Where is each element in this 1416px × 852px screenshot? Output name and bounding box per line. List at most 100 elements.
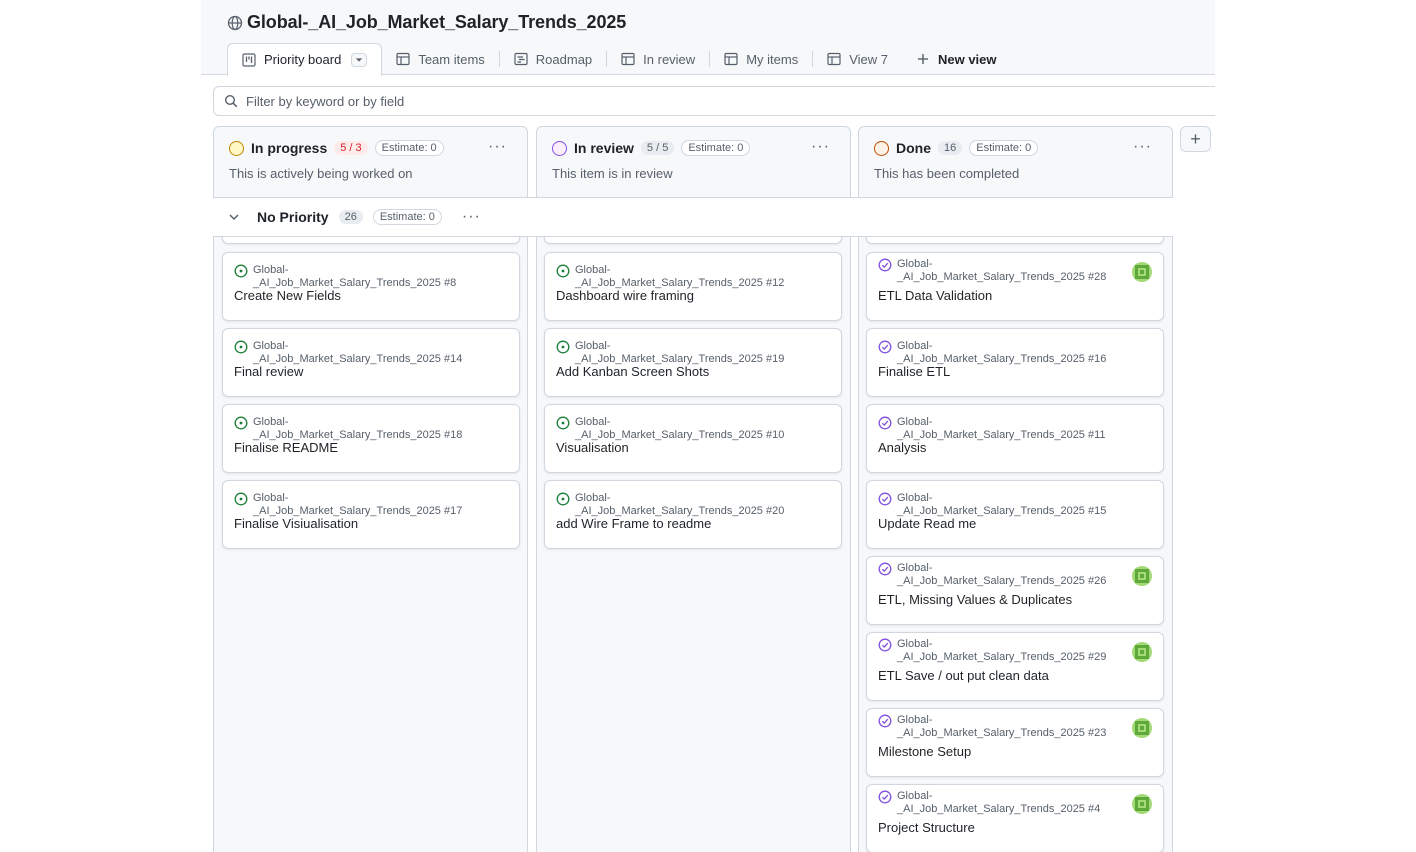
issue-reference-text[interactable]: Global-_AI_Job_Market_Salary_Trends_2025… xyxy=(253,340,464,366)
issue-reference-text[interactable]: Global-_AI_Job_Market_Salary_Trends_2025… xyxy=(897,258,1107,284)
add-column-button[interactable]: + xyxy=(1180,126,1211,152)
issue-card[interactable]: Global-_AI_Job_Market_Salary_Trends_2025… xyxy=(222,404,520,473)
issue-card[interactable]: Global-_AI_Job_Market_Salary_Trends_2025… xyxy=(866,480,1164,549)
view-options-dropdown[interactable] xyxy=(351,52,368,67)
issue-reference-text[interactable]: Global-_AI_Job_Market_Salary_Trends_2025… xyxy=(897,790,1107,816)
issue-reference-text[interactable]: Global-_AI_Job_Market_Salary_Trends_2025… xyxy=(253,264,464,290)
issue-reference-text[interactable]: Global-_AI_Job_Market_Salary_Trends_2025… xyxy=(897,562,1107,588)
tab-view-7[interactable]: View 7 xyxy=(813,43,902,75)
issue-reference-text[interactable]: Global-_AI_Job_Market_Salary_Trends_2025… xyxy=(575,264,786,290)
issue-title[interactable]: Analysis xyxy=(878,440,926,455)
issue-reference-text[interactable]: Global-_AI_Job_Market_Salary_Trends_2025… xyxy=(897,340,1108,366)
issue-title[interactable]: Update Read me xyxy=(878,516,976,531)
issue-title[interactable]: Dashboard wire framing xyxy=(556,288,694,303)
issue-title[interactable]: Create New Fields xyxy=(234,288,341,303)
issue-title[interactable]: Final review xyxy=(234,364,303,379)
assignee-avatar[interactable] xyxy=(1132,718,1152,738)
group-header-no-priority[interactable]: No Priority 26 Estimate: 0 ··· xyxy=(213,197,1173,237)
issue-closed-icon xyxy=(878,790,892,804)
tab-my-items[interactable]: My items xyxy=(710,43,812,75)
issue-reference: Global-_AI_Job_Market_Salary_Trends_2025… xyxy=(556,416,786,442)
issue-reference-text[interactable]: Global-_AI_Job_Market_Salary_Trends_2025… xyxy=(575,340,786,366)
issue-title[interactable]: Finalise README xyxy=(234,440,338,455)
issue-title[interactable]: Add Kanban Screen Shots xyxy=(556,364,709,379)
issue-title[interactable]: Milestone Setup xyxy=(878,744,971,759)
tab-priority-board[interactable]: Priority board xyxy=(227,43,383,76)
filter-input[interactable]: Filter by keyword or by field xyxy=(213,86,1215,116)
issue-title[interactable]: ETL, Missing Values & Duplicates xyxy=(878,592,1072,607)
filter-placeholder: Filter by keyword or by field xyxy=(246,93,405,109)
issue-reference-text[interactable]: Global-_AI_Job_Market_Salary_Trends_2025… xyxy=(897,714,1107,740)
tab-label: New view xyxy=(937,51,997,67)
issue-reference: Global-_AI_Job_Market_Salary_Trends_2025… xyxy=(878,258,1108,284)
table-icon xyxy=(724,52,738,66)
issue-card[interactable]: Global-_AI_Job_Market_Salary_Trends_2025… xyxy=(222,480,520,549)
column-description: This item is in review xyxy=(552,166,673,181)
assignee-avatar[interactable] xyxy=(1132,566,1152,586)
issue-reference-text[interactable]: Global-_AI_Job_Market_Salary_Trends_2025… xyxy=(575,416,786,442)
issue-title[interactable]: ETL Data Validation xyxy=(878,288,992,303)
issue-closed-icon xyxy=(878,638,892,652)
issue-title[interactable]: Finalise Visiualisation xyxy=(234,516,358,531)
issue-reference-text[interactable]: Global-_AI_Job_Market_Salary_Trends_2025… xyxy=(897,416,1108,442)
issue-card[interactable]: Global-_AI_Job_Market_Salary_Trends_2025… xyxy=(866,404,1164,473)
tab-team-items[interactable]: Team items xyxy=(382,43,498,75)
issue-card[interactable]: Global-_AI_Job_Market_Salary_Trends_2025… xyxy=(544,252,842,321)
tab-roadmap[interactable]: Roadmap xyxy=(500,43,606,75)
issue-reference-text[interactable]: Global-_AI_Job_Market_Salary_Trends_2025… xyxy=(897,492,1108,518)
column-more-options-icon[interactable]: ··· xyxy=(488,138,507,156)
assignee-avatar[interactable] xyxy=(1132,262,1152,282)
status-circle-icon xyxy=(552,140,567,156)
issue-reference: Global-_AI_Job_Market_Salary_Trends_2025… xyxy=(878,790,1108,816)
issue-reference-text[interactable]: Global-_AI_Job_Market_Salary_Trends_2025… xyxy=(575,492,786,518)
estimate-badge: Estimate: 0 xyxy=(372,209,442,225)
tab-label: My items xyxy=(746,51,799,67)
column-more-options-icon[interactable]: ··· xyxy=(1133,138,1152,156)
issue-card[interactable]: Global-_AI_Job_Market_Salary_Trends_2025… xyxy=(866,328,1164,397)
board-icon xyxy=(242,52,256,67)
issue-reference-text[interactable]: Global-_AI_Job_Market_Salary_Trends_2025… xyxy=(897,638,1107,664)
column-header: In progress 5 / 3 Estimate: 0 ··· This i… xyxy=(214,127,527,197)
column-title-row: In progress 5 / 3 Estimate: 0 xyxy=(229,140,444,156)
issue-closed-icon xyxy=(878,340,892,354)
issue-card[interactable]: Global-_AI_Job_Market_Salary_Trends_2025… xyxy=(544,480,842,549)
chevron-down-icon[interactable] xyxy=(227,210,241,224)
roadmap-icon xyxy=(514,52,528,66)
issue-reference: Global-_AI_Job_Market_Salary_Trends_2025… xyxy=(234,492,464,518)
column-count-badge: 16 xyxy=(938,141,963,155)
issue-closed-icon xyxy=(878,562,892,576)
assignee-avatar[interactable] xyxy=(1132,794,1152,814)
tab-label: Team items xyxy=(418,51,485,67)
issue-title[interactable]: Project Structure xyxy=(878,820,975,835)
assignee-avatar[interactable] xyxy=(1132,642,1152,662)
issue-title[interactable]: Finalise ETL xyxy=(878,364,950,379)
globe-icon xyxy=(227,15,243,30)
issue-title[interactable]: ETL Save / out put clean data xyxy=(878,668,1049,683)
issue-card[interactable]: Global-_AI_Job_Market_Salary_Trends_2025… xyxy=(544,328,842,397)
issue-reference: Global-_AI_Job_Market_Salary_Trends_2025… xyxy=(234,264,464,290)
tab-label: In review xyxy=(643,51,696,67)
issue-card[interactable]: Global-_AI_Job_Market_Salary_Trends_2025… xyxy=(866,556,1164,625)
issue-card[interactable]: Global-_AI_Job_Market_Salary_Trends_2025… xyxy=(544,404,842,473)
issue-title[interactable]: add Wire Frame to readme xyxy=(556,516,711,531)
issue-card[interactable]: Global-_AI_Job_Market_Salary_Trends_2025… xyxy=(866,632,1164,701)
issue-reference: Global-_AI_Job_Market_Salary_Trends_2025… xyxy=(878,714,1108,740)
column-name: In progress xyxy=(251,140,328,156)
issue-reference: Global-_AI_Job_Market_Salary_Trends_2025… xyxy=(556,492,786,518)
issue-card[interactable]: Global-_AI_Job_Market_Salary_Trends_2025… xyxy=(866,252,1164,321)
issue-title[interactable]: Visualisation xyxy=(556,440,629,455)
issue-card[interactable]: Global-_AI_Job_Market_Salary_Trends_2025… xyxy=(866,784,1164,852)
column-more-options-icon[interactable]: ··· xyxy=(811,138,830,156)
issue-card[interactable]: Global-_AI_Job_Market_Salary_Trends_2025… xyxy=(222,328,520,397)
issue-reference-text[interactable]: Global-_AI_Job_Market_Salary_Trends_2025… xyxy=(253,492,464,518)
new-view-button[interactable]: New view xyxy=(902,43,1011,75)
issue-card[interactable]: Global-_AI_Job_Market_Salary_Trends_2025… xyxy=(866,708,1164,777)
issue-reference-text[interactable]: Global-_AI_Job_Market_Salary_Trends_2025… xyxy=(253,416,464,442)
tab-in-review[interactable]: In review xyxy=(607,43,709,75)
column-header: Done 16 Estimate: 0 ··· This has been co… xyxy=(859,127,1172,197)
group-more-options-icon[interactable]: ··· xyxy=(462,208,481,226)
caret-down-icon xyxy=(356,57,363,62)
issue-card[interactable]: Global-_AI_Job_Market_Salary_Trends_2025… xyxy=(222,252,520,321)
project-header: Global-_AI_Job_Market_Salary_Trends_2025… xyxy=(201,0,1215,76)
tab-label: Roadmap xyxy=(535,51,593,67)
